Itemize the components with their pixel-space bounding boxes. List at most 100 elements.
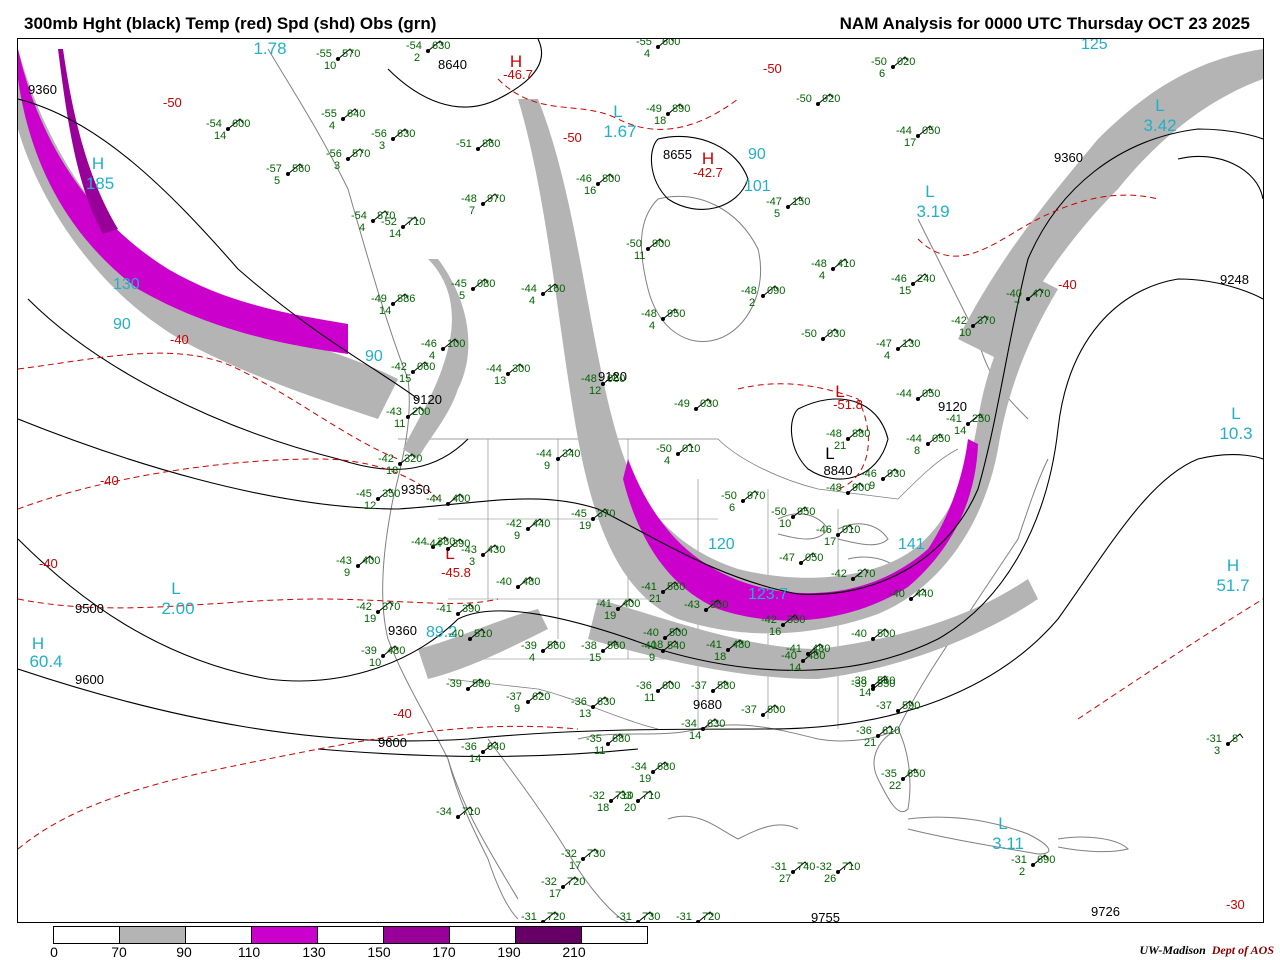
obs-height: 150 [792, 196, 810, 208]
obs-height: 020 [897, 56, 915, 68]
station-observation: -42 370 19 [356, 601, 400, 625]
height-label: 9726 [1091, 904, 1120, 919]
obs-height: 500 [669, 627, 687, 639]
weather-map: H 60.4 L 2.00 L 3.42 L 3.19 L 10.3 H 51.… [17, 38, 1264, 923]
obs-temperature: -46 [816, 524, 832, 536]
obs-dewpoint-depression: 9 [514, 703, 520, 715]
obs-height: 970 [487, 193, 505, 205]
obs-temperature: -44 [426, 538, 442, 550]
obs-height: 730 [642, 911, 660, 922]
obs-dewpoint-depression: 17 [569, 860, 581, 872]
obs-temperature: -44 [426, 493, 442, 505]
temp-label: -40 [1058, 277, 1077, 292]
obs-temperature: -44 [536, 448, 552, 460]
obs-temperature: -46 [891, 273, 907, 285]
obs-dewpoint-depression: 9 [649, 652, 655, 664]
station-observation: -42 320 18 [378, 453, 422, 477]
station-observation: -55 600 4 [636, 39, 680, 60]
obs-height: 050 [805, 552, 823, 564]
obs-temperature: -42 [391, 361, 407, 373]
obs-temperature: -48 [641, 308, 657, 320]
obs-dewpoint-depression: 16 [584, 185, 596, 197]
obs-temperature: -44 [486, 363, 502, 375]
station-observation: -54 600 14 [206, 118, 250, 142]
obs-height: 370 [977, 315, 995, 327]
legend-swatch [120, 927, 186, 943]
station-observation: -47 050 [779, 552, 823, 565]
height-label: 9500 [75, 601, 104, 616]
obs-height: 370 [382, 601, 400, 613]
temp-label: -40 [39, 556, 58, 571]
obs-temperature: -47 [766, 196, 782, 208]
legend-swatch [384, 927, 450, 943]
speed-label: 123.7 [748, 586, 788, 603]
station-observation: -50 950 10 [771, 506, 815, 530]
hudson-bay [640, 195, 762, 343]
obs-temperature: -49 [646, 103, 662, 115]
station-observation: -40 480 [496, 576, 540, 589]
obs-temperature: -48 [826, 428, 842, 440]
temp-label: -50 [163, 95, 182, 110]
temp-label: -30 [1226, 897, 1245, 912]
station-observation: -31 730 [616, 911, 660, 922]
temp-label: -40 [170, 332, 189, 347]
obs-height: 560 [607, 640, 625, 652]
obs-temperature: -43 [461, 544, 477, 556]
obs-temperature: -41 [786, 643, 802, 655]
station-observation: -50 920 [796, 93, 840, 106]
obs-temperature: -39 [361, 645, 377, 657]
obs-temperature: -36 [856, 725, 872, 737]
obs-temperature: -54 [351, 210, 367, 222]
obs-height: 650 [907, 768, 925, 780]
obs-dewpoint-depression: 16 [769, 626, 781, 638]
obs-height: 710 [407, 216, 425, 228]
obs-dewpoint-depression: 21 [834, 440, 846, 452]
obs-height: 640 [487, 741, 505, 753]
analysis-time-label: NAM Analysis for 0000 UTC Thursday OCT 2… [839, 14, 1250, 33]
station-observation: -38 560 15 [581, 640, 625, 664]
obs-temperature: -37 [506, 691, 522, 703]
obs-height: 860 [482, 138, 500, 150]
center-h-neg42-7-value: -42.7 [693, 165, 723, 180]
station-observation: -44 300 13 [486, 363, 530, 387]
obs-dewpoint-depression: 11 [644, 692, 655, 704]
station-observation: -42 440 9 [506, 518, 550, 542]
obs-temperature: -35 [586, 733, 602, 745]
obs-dewpoint-depression: 3 [469, 556, 475, 568]
obs-height: 130 [902, 338, 920, 350]
obs-temperature: -55 [316, 48, 332, 60]
obs-height: 010 [682, 443, 700, 455]
obs-temperature: -37 [691, 680, 707, 692]
station-observation: -50 030 [801, 328, 845, 341]
station-observation: -31 690 2 [1011, 854, 1055, 878]
station-observation: -42 060 15 [391, 361, 435, 385]
legend-tick: 170 [432, 944, 456, 960]
obs-height: 610 [882, 725, 900, 737]
obs-height: 600 [767, 704, 785, 716]
obs-dewpoint-depression: 10 [324, 60, 336, 72]
station-observation: -55 640 4 [321, 108, 365, 132]
obs-height: 480 [387, 645, 405, 657]
obs-temperature: -41 [641, 581, 657, 593]
obs-height: 480 [732, 639, 750, 651]
obs-temperature: -42 [506, 518, 522, 530]
legend-swatch [450, 927, 516, 943]
obs-height: 400 [362, 555, 380, 567]
speed-color-legend [53, 926, 648, 944]
obs-height: 100 [447, 338, 465, 350]
obs-temperature: -31 [771, 861, 787, 873]
height-label: 9680 [693, 697, 722, 712]
obs-height: 600 [662, 39, 680, 48]
obs-temperature: -46 [421, 338, 437, 350]
obs-temperature: -47 [779, 552, 795, 564]
legend-tick: 190 [497, 944, 521, 960]
center-l-3-19: L [925, 182, 934, 201]
obs-height: 950 [797, 506, 815, 518]
height-contour [1177, 155, 1263, 200]
obs-dewpoint-depression: 2 [1019, 866, 1025, 878]
legend-tick: 110 [237, 944, 261, 960]
center-l-3-11: L [998, 814, 1007, 833]
obs-height: 240 [917, 273, 935, 285]
obs-dewpoint-depression: 20 [624, 802, 636, 814]
obs-temperature: -50 [871, 56, 887, 68]
